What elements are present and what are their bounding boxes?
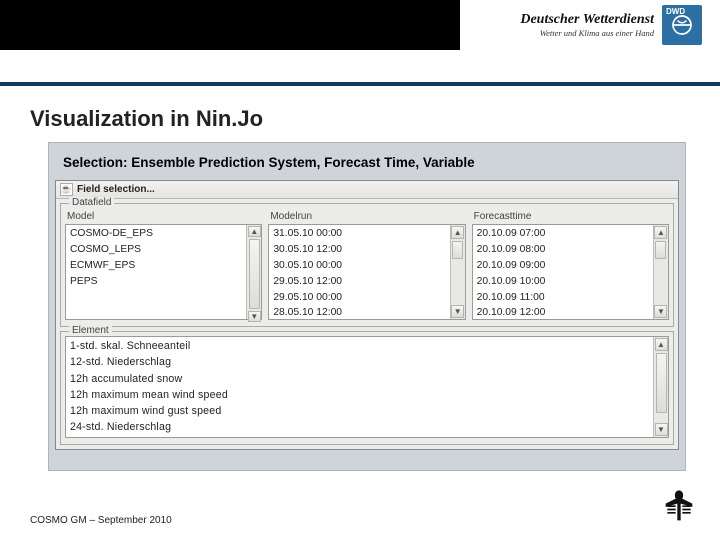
section-heading: Selection: Ensemble Prediction System, F… [55, 151, 679, 180]
list-item[interactable]: 31.05.10 00:00 [269, 226, 449, 242]
scroll-thumb[interactable] [452, 241, 463, 259]
list-item[interactable]: 24-std. Niederschlag [66, 419, 653, 435]
brand-strip: Deutscher Wetterdienst Wetter und Klima … [460, 0, 720, 50]
forecasttime-listbox[interactable]: 20.10.09 07:00 20.10.09 08:00 20.10.09 0… [472, 224, 669, 320]
window-titlebar[interactable]: ☕ Field selection... [56, 181, 678, 199]
element-legend: Element [69, 325, 112, 336]
forecasttime-list[interactable]: 20.10.09 07:00 20.10.09 08:00 20.10.09 0… [473, 225, 653, 319]
list-item[interactable]: 20.10.09 10:00 [473, 274, 653, 290]
scroll-up-icon[interactable]: ▲ [451, 226, 464, 239]
footer-text: COSMO GM – September 2010 [30, 515, 172, 526]
list-item[interactable]: 1-std. skal. Schneeanteil [66, 338, 653, 354]
modelrun-listbox[interactable]: 31.05.10 00:00 30.05.10 12:00 30.05.10 0… [268, 224, 465, 320]
model-column: Model COSMO-DE_EPS COSMO_LEPS ECMWF_EPS … [65, 208, 262, 320]
scroll-down-icon[interactable]: ▼ [655, 423, 668, 436]
modelrun-scrollbar[interactable]: ▲ ▼ [450, 225, 465, 319]
scroll-up-icon[interactable]: ▲ [248, 226, 261, 237]
forecasttime-column: Forecasttime 20.10.09 07:00 20.10.09 08:… [472, 208, 669, 320]
scroll-up-icon[interactable]: ▲ [654, 226, 667, 239]
list-item[interactable]: 30.05.10 12:00 [269, 242, 449, 258]
datafield-panel: Datafield Model COSMO-DE_EPS COSMO_LEPS … [60, 203, 674, 327]
list-item[interactable]: 20.10.09 11:00 [473, 290, 653, 306]
list-item[interactable]: COSMO_LEPS [66, 242, 246, 258]
element-list[interactable]: 1-std. skal. Schneeanteil 12-std. Nieder… [66, 337, 653, 437]
list-item[interactable]: 12h maximum mean wind speed [66, 387, 653, 403]
list-item[interactable]: 29.05.10 00:00 [269, 290, 449, 306]
list-item[interactable]: COSMO-DE_EPS [66, 226, 246, 242]
list-item[interactable]: ECMWF_EPS [66, 258, 246, 274]
element-scrollbar[interactable]: ▲ ▼ [653, 337, 668, 437]
brand-tagline: Wetter und Klima aus einer Hand [520, 28, 654, 38]
scroll-thumb[interactable] [249, 239, 260, 309]
list-item[interactable]: 20.10.09 08:00 [473, 242, 653, 258]
model-listbox[interactable]: COSMO-DE_EPS COSMO_LEPS ECMWF_EPS PEPS ▲… [65, 224, 262, 320]
scroll-thumb[interactable] [656, 353, 667, 413]
model-scrollbar[interactable]: ▲ ▼ [246, 225, 261, 319]
content-panel: Selection: Ensemble Prediction System, F… [48, 142, 686, 471]
scroll-thumb[interactable] [655, 241, 666, 259]
list-item[interactable]: 28.05.10 12:00 [269, 305, 449, 319]
model-list[interactable]: COSMO-DE_EPS COSMO_LEPS ECMWF_EPS PEPS [66, 225, 246, 319]
list-item[interactable]: PEPS [66, 274, 246, 290]
scroll-down-icon[interactable]: ▼ [451, 305, 464, 318]
java-icon: ☕ [60, 183, 73, 196]
list-item[interactable]: 20.10.09 09:00 [473, 258, 653, 274]
list-item[interactable]: 20.10.09 12:00 [473, 305, 653, 319]
page-title: Visualization in Nin.Jo [0, 86, 720, 142]
field-selection-window: ☕ Field selection... Datafield Model COS… [55, 180, 679, 450]
list-item[interactable]: 12h maximum wind gust speed [66, 403, 653, 419]
datafield-legend: Datafield [69, 197, 114, 208]
window-title: Field selection... [77, 184, 155, 195]
element-listbox[interactable]: 1-std. skal. Schneeanteil 12-std. Nieder… [65, 336, 669, 438]
list-item[interactable]: 12-std. Niederschlag [66, 354, 653, 370]
eagle-icon [662, 487, 696, 532]
list-item[interactable]: 29.05.10 12:00 [269, 274, 449, 290]
scroll-down-icon[interactable]: ▼ [248, 311, 261, 322]
top-banner: Deutscher Wetterdienst Wetter und Klima … [0, 0, 720, 50]
list-item[interactable]: 20.10.09 07:00 [473, 226, 653, 242]
scroll-up-icon[interactable]: ▲ [655, 338, 668, 351]
model-label: Model [67, 211, 262, 222]
list-item[interactable]: 30.05.10 00:00 [269, 258, 449, 274]
modelrun-label: Modelrun [270, 211, 465, 222]
brand-name: Deutscher Wetterdienst [520, 12, 654, 28]
brand-block: Deutscher Wetterdienst Wetter und Klima … [520, 5, 702, 45]
modelrun-list[interactable]: 31.05.10 00:00 30.05.10 12:00 30.05.10 0… [269, 225, 449, 319]
modelrun-column: Modelrun 31.05.10 00:00 30.05.10 12:00 3… [268, 208, 465, 320]
brand-text: Deutscher Wetterdienst Wetter und Klima … [520, 12, 654, 38]
scroll-down-icon[interactable]: ▼ [654, 305, 667, 318]
forecasttime-label: Forecasttime [474, 211, 669, 222]
dwd-logo-icon: DWD [662, 5, 702, 45]
forecasttime-scrollbar[interactable]: ▲ ▼ [653, 225, 668, 319]
element-panel: Element 1-std. skal. Schneeanteil 12-std… [60, 331, 674, 445]
list-item[interactable]: 12h accumulated snow [66, 371, 653, 387]
